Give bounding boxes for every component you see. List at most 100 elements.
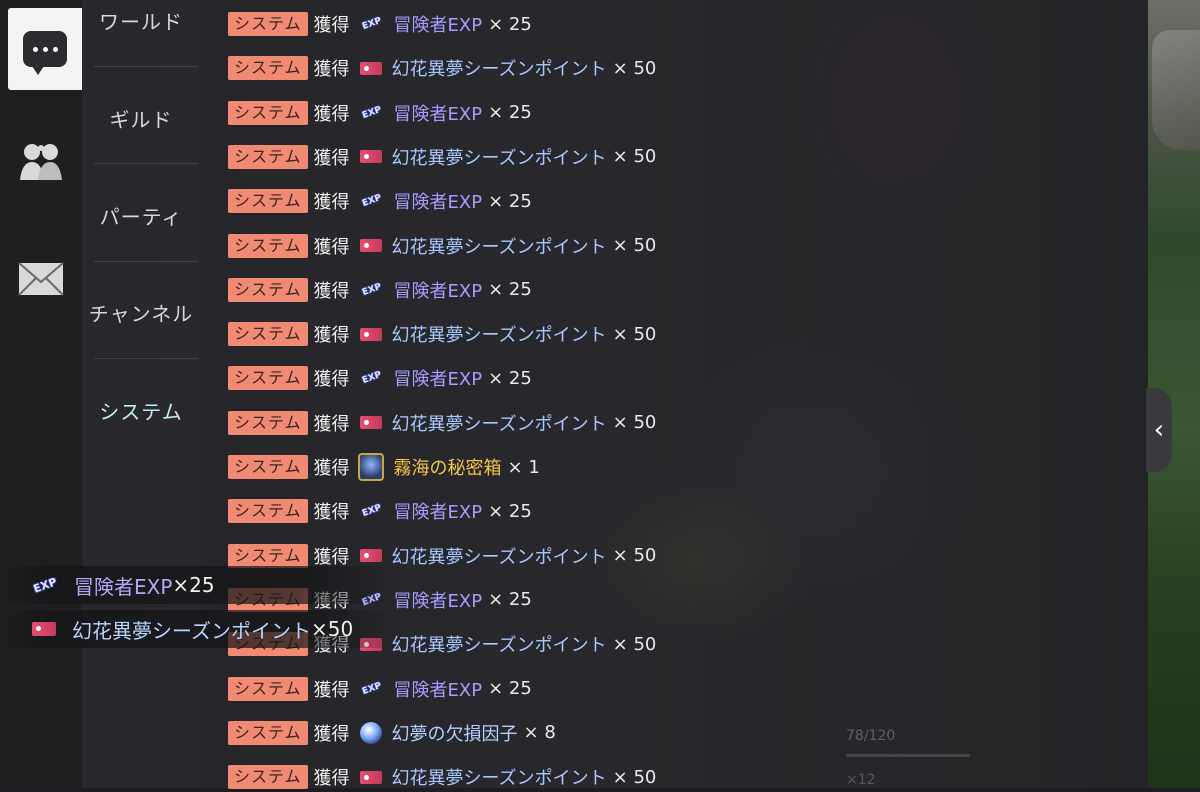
- item-quantity: × 50: [612, 146, 657, 168]
- system-tag-badge: システム: [228, 277, 308, 302]
- item-link[interactable]: 幻花異夢シーズンポイント: [392, 55, 607, 81]
- exp-icon: EXP: [360, 281, 383, 298]
- system-tag-badge: システム: [228, 676, 308, 701]
- ticket-icon: [359, 770, 382, 784]
- item-link[interactable]: 幻花異夢シーズンポイント: [392, 764, 607, 790]
- item-quantity: × 25: [488, 589, 532, 611]
- item-quantity: × 25: [488, 13, 532, 35]
- system-tag-badge: システム: [228, 765, 308, 790]
- item-link[interactable]: 幻夢の欠損因子: [392, 720, 518, 746]
- item-link[interactable]: 幻花異夢シーズンポイント: [392, 543, 607, 569]
- item-link[interactable]: 冒険者EXP: [394, 365, 483, 391]
- item-link[interactable]: 冒険者EXP: [394, 676, 483, 702]
- item-quantity: × 25: [488, 190, 532, 212]
- item-link[interactable]: 幻花異夢シーズンポイント: [392, 631, 607, 657]
- system-tag-badge: システム: [228, 499, 308, 524]
- category-guild[interactable]: ギルド: [82, 70, 200, 166]
- log-row: システム獲得 EXP 冒険者EXP× 25: [228, 275, 532, 305]
- log-verb: 獲得: [313, 103, 350, 125]
- item-quantity: × 50: [612, 235, 657, 256]
- log-verb: 獲得: [313, 546, 350, 568]
- log-verb: 獲得: [313, 502, 350, 524]
- log-verb: 獲得: [313, 458, 350, 479]
- system-tag-badge: システム: [228, 100, 308, 125]
- item-quantity: × 50: [612, 766, 657, 788]
- exp-icon: EXP: [360, 104, 383, 121]
- menu-divider: [94, 66, 198, 67]
- item-link[interactable]: 冒険者EXP: [394, 100, 483, 126]
- system-tag-badge: システム: [228, 720, 308, 745]
- system-tag-badge: システム: [228, 189, 308, 214]
- item-link[interactable]: 冒険者EXP: [394, 498, 483, 524]
- exp-icon: EXP: [360, 15, 383, 33]
- item-link[interactable]: 霧海の秘密箱: [394, 454, 502, 480]
- log-row: システム獲得 EXP 冒険者EXP× 25: [228, 9, 532, 39]
- log-verb: 獲得: [313, 723, 350, 745]
- item-quantity: × 50: [612, 412, 657, 434]
- system-tag-badge: システム: [228, 233, 308, 258]
- item-link[interactable]: 幻花異夢シーズンポイント: [392, 144, 607, 170]
- friends-icon[interactable]: [18, 140, 64, 184]
- item-link[interactable]: 冒険者EXP: [394, 587, 483, 613]
- ticket-icon: [359, 549, 382, 563]
- log-verb: 獲得: [313, 15, 350, 36]
- chat-category-menu: ワールド ギルド パーティ チャンネル システム: [82, 0, 200, 788]
- item-quantity: × 50: [612, 323, 657, 345]
- chat-bubble-icon: [23, 31, 67, 75]
- toast-multiplier: ×50: [311, 617, 354, 641]
- item-link[interactable]: 冒険者EXP: [394, 277, 483, 303]
- system-tag-badge: システム: [228, 366, 308, 391]
- system-tag-badge: システム: [228, 543, 308, 568]
- log-verb: 獲得: [313, 147, 350, 169]
- log-verb: 獲得: [313, 768, 350, 790]
- item-link[interactable]: 幻花異夢シーズンポイント: [392, 410, 607, 436]
- system-tag-badge: システム: [228, 12, 308, 36]
- system-chat-log[interactable]: システム 獲得 EXP 冒険者EXP × 25 システム 獲得 幻花異夢シーズンポイント × 5…: [200, 0, 1148, 790]
- exp-icon: EXP: [31, 574, 59, 596]
- log-verb: 獲得: [313, 325, 350, 347]
- reward-toast: EXP 冒険者EXP ×25: [0, 566, 400, 604]
- system-tag-badge: システム: [228, 410, 308, 435]
- log-row: システム獲得 幻花異夢シーズンポイント× 50: [228, 53, 656, 83]
- system-tag-badge: システム: [228, 144, 308, 169]
- category-party[interactable]: パーティ: [82, 167, 200, 263]
- chest-icon: [357, 453, 384, 481]
- log-row: システム獲得 EXP 冒険者EXP× 25: [228, 496, 532, 526]
- item-quantity: × 50: [612, 633, 657, 655]
- chat-icon-rail: [0, 0, 82, 788]
- system-tag-badge: システム: [228, 455, 308, 479]
- log-row: システム獲得 幻花異夢シーズンポイント× 50: [228, 408, 656, 438]
- item-quantity: × 50: [612, 545, 657, 567]
- exp-icon: EXP: [360, 503, 383, 520]
- chat-tab-button[interactable]: [8, 8, 82, 90]
- item-link[interactable]: 冒険者EXP: [394, 188, 483, 214]
- category-world[interactable]: ワールド: [82, 0, 200, 68]
- system-tag-badge: システム: [228, 56, 308, 81]
- toast-item-name: 冒険者EXP: [74, 574, 173, 599]
- mail-icon[interactable]: [18, 262, 64, 296]
- item-quantity: × 25: [488, 500, 532, 522]
- item-quantity: × 25: [488, 367, 532, 389]
- item-link[interactable]: 冒険者EXP: [394, 11, 483, 37]
- log-verb: 獲得: [313, 369, 350, 391]
- log-row: システム獲得 EXP 冒険者EXP× 25: [228, 98, 532, 128]
- item-quantity: × 25: [488, 678, 532, 699]
- ticket-icon: [359, 61, 382, 75]
- item-quantity: × 25: [488, 279, 532, 301]
- exp-icon: EXP: [360, 370, 383, 387]
- log-row: システム獲得 幻花異夢シーズンポイント× 50: [228, 319, 656, 349]
- log-verb: 獲得: [313, 59, 350, 81]
- log-verb: 獲得: [313, 413, 350, 435]
- log-row: システム獲得 EXP 冒険者EXP× 25: [228, 186, 532, 216]
- item-link[interactable]: 幻花異夢シーズンポイント: [392, 233, 607, 259]
- category-system[interactable]: システム: [82, 362, 200, 458]
- log-verb: 獲得: [313, 236, 350, 258]
- log-row: システム 獲得 霧海の秘密箱 × 1: [228, 452, 540, 482]
- item-quantity: × 50: [612, 57, 657, 79]
- item-link[interactable]: 幻花異夢シーズンポイント: [392, 321, 607, 347]
- hud-progress-bar: [846, 754, 970, 757]
- category-channel[interactable]: チャンネル: [82, 264, 200, 360]
- orb-icon: [359, 721, 382, 744]
- item-quantity: × 1: [507, 456, 540, 478]
- collapse-chat-button[interactable]: ‹: [1146, 388, 1172, 472]
